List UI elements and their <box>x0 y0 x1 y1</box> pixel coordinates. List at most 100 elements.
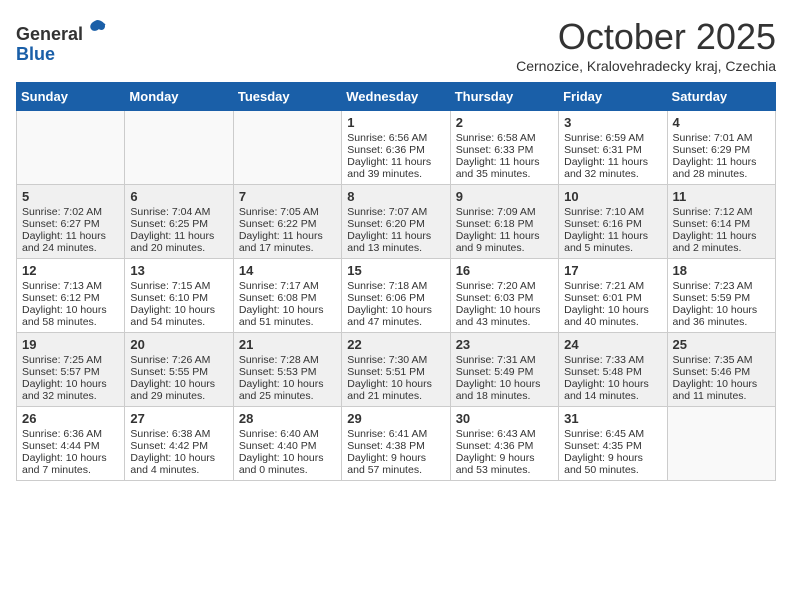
day-number: 20 <box>130 337 227 352</box>
day-number: 8 <box>347 189 444 204</box>
calendar-cell: 24Sunrise: 7:33 AMSunset: 5:48 PMDayligh… <box>559 333 667 407</box>
day-number: 29 <box>347 411 444 426</box>
day-info-line: Sunset: 6:12 PM <box>22 292 119 304</box>
day-info-line: Daylight: 10 hours <box>130 304 227 316</box>
day-info-line: Sunrise: 7:15 AM <box>130 280 227 292</box>
day-info-line: Sunset: 6:16 PM <box>564 218 661 230</box>
day-number: 12 <box>22 263 119 278</box>
day-info-line: Sunset: 4:35 PM <box>564 440 661 452</box>
day-info-line: Sunrise: 6:40 AM <box>239 428 336 440</box>
calendar-cell: 19Sunrise: 7:25 AMSunset: 5:57 PMDayligh… <box>17 333 125 407</box>
day-number: 21 <box>239 337 336 352</box>
day-info-line: and 47 minutes. <box>347 316 444 328</box>
day-info-line: Daylight: 11 hours <box>456 156 553 168</box>
day-info-line: and 11 minutes. <box>673 390 770 402</box>
day-info-line: Daylight: 11 hours <box>673 230 770 242</box>
day-info-line: Sunrise: 7:05 AM <box>239 206 336 218</box>
day-info-line: and 0 minutes. <box>239 464 336 476</box>
calendar-cell: 2 Sunrise: 6:58 AMSunset: 6:33 PMDaylight… <box>450 111 558 185</box>
week-row-1: 1Sunrise: 6:56 AMSunset: 6:36 PMDaylight… <box>17 111 776 185</box>
day-info-line: Daylight: 10 hours <box>239 378 336 390</box>
weekday-header-row: SundayMondayTuesdayWednesdayThursdayFrid… <box>17 83 776 111</box>
day-info-line: Sunset: 5:55 PM <box>130 366 227 378</box>
month-title: October 2025 <box>516 16 776 58</box>
weekday-header-wednesday: Wednesday <box>342 83 450 111</box>
day-info-line: Sunrise: 7:23 AM <box>673 280 770 292</box>
day-info-line: Sunrise: 7:10 AM <box>564 206 661 218</box>
day-info-line: and 14 minutes. <box>564 390 661 402</box>
calendar-cell: 25Sunrise: 7:35 AMSunset: 5:46 PMDayligh… <box>667 333 775 407</box>
day-number: 19 <box>22 337 119 352</box>
calendar-cell: 23Sunrise: 7:31 AMSunset: 5:49 PMDayligh… <box>450 333 558 407</box>
day-info-line: Sunset: 6:33 PM <box>456 144 553 156</box>
day-info-line: and 50 minutes. <box>564 464 661 476</box>
day-info-line: Sunset: 6:27 PM <box>22 218 119 230</box>
day-info-line: Daylight: 11 hours <box>22 230 119 242</box>
day-info-line: Sunrise: 6:58 AM <box>456 132 553 144</box>
day-info-line: and 13 minutes. <box>347 242 444 254</box>
day-info-line: Sunset: 5:59 PM <box>673 292 770 304</box>
day-info-line: Sunset: 6:25 PM <box>130 218 227 230</box>
day-info-line: Sunrise: 7:21 AM <box>564 280 661 292</box>
day-number: 28 <box>239 411 336 426</box>
day-info-line: Daylight: 10 hours <box>347 378 444 390</box>
day-number: 4 <box>673 115 770 130</box>
calendar-cell: 7Sunrise: 7:05 AMSunset: 6:22 PMDaylight… <box>233 185 341 259</box>
day-info-line: Sunrise: 7:20 AM <box>456 280 553 292</box>
day-info-line: Sunset: 5:53 PM <box>239 366 336 378</box>
calendar-cell: 5Sunrise: 7:02 AMSunset: 6:27 PMDaylight… <box>17 185 125 259</box>
day-info-line: Daylight: 10 hours <box>239 304 336 316</box>
day-number: 14 <box>239 263 336 278</box>
day-info-line: and 25 minutes. <box>239 390 336 402</box>
day-info-line: Sunset: 4:40 PM <box>239 440 336 452</box>
day-number: 25 <box>673 337 770 352</box>
calendar-cell: 21Sunrise: 7:28 AMSunset: 5:53 PMDayligh… <box>233 333 341 407</box>
day-number: 26 <box>22 411 119 426</box>
day-number: 24 <box>564 337 661 352</box>
day-info-line: Sunset: 6:29 PM <box>673 144 770 156</box>
day-info-line: Daylight: 10 hours <box>347 304 444 316</box>
day-info-line: Sunrise: 7:26 AM <box>130 354 227 366</box>
day-info-line: Daylight: 9 hours <box>456 452 553 464</box>
day-info-line: and 24 minutes. <box>22 242 119 254</box>
day-info-line: Sunset: 6:31 PM <box>564 144 661 156</box>
day-info-line: Sunrise: 7:09 AM <box>456 206 553 218</box>
day-info-line: Sunset: 5:49 PM <box>456 366 553 378</box>
calendar-cell: 1Sunrise: 6:56 AMSunset: 6:36 PMDaylight… <box>342 111 450 185</box>
day-info-line: Daylight: 11 hours <box>564 230 661 242</box>
day-info-line: and 51 minutes. <box>239 316 336 328</box>
day-info-line: and 2 minutes. <box>673 242 770 254</box>
day-info-line: Sunset: 6:18 PM <box>456 218 553 230</box>
day-info-line: Daylight: 10 hours <box>564 304 661 316</box>
day-info-line: and 54 minutes. <box>130 316 227 328</box>
day-info-line: Daylight: 9 hours <box>347 452 444 464</box>
logo: General Blue <box>16 16 109 65</box>
day-info-line: and 20 minutes. <box>130 242 227 254</box>
calendar-table: SundayMondayTuesdayWednesdayThursdayFrid… <box>16 82 776 481</box>
day-info-line: Daylight: 10 hours <box>673 378 770 390</box>
day-info-line: Daylight: 10 hours <box>130 378 227 390</box>
day-info-line: and 35 minutes. <box>456 168 553 180</box>
calendar-cell: 3Sunrise: 6:59 AMSunset: 6:31 PMDaylight… <box>559 111 667 185</box>
day-info-line: and 58 minutes. <box>22 316 119 328</box>
day-info-line: and 9 minutes. <box>456 242 553 254</box>
day-number: 18 <box>673 263 770 278</box>
day-info-line: Sunset: 6:08 PM <box>239 292 336 304</box>
day-number: 16 <box>456 263 553 278</box>
day-number: 27 <box>130 411 227 426</box>
day-info-line: Sunset: 6:06 PM <box>347 292 444 304</box>
calendar-cell: 13Sunrise: 7:15 AMSunset: 6:10 PMDayligh… <box>125 259 233 333</box>
calendar-cell <box>667 407 775 481</box>
day-info-line: and 7 minutes. <box>22 464 119 476</box>
day-number: 13 <box>130 263 227 278</box>
day-info-line: Daylight: 11 hours <box>347 156 444 168</box>
title-area: October 2025 Cernozice, Kralovehradecky … <box>516 16 776 74</box>
day-number: 3 <box>564 115 661 130</box>
day-info-line: Sunset: 4:36 PM <box>456 440 553 452</box>
day-number: 7 <box>239 189 336 204</box>
calendar-cell: 29Sunrise: 6:41 AMSunset: 4:38 PMDayligh… <box>342 407 450 481</box>
day-info-line: Sunrise: 6:59 AM <box>564 132 661 144</box>
day-info-line: Daylight: 11 hours <box>456 230 553 242</box>
day-info-line: Sunrise: 7:18 AM <box>347 280 444 292</box>
day-number: 2 <box>456 115 553 130</box>
